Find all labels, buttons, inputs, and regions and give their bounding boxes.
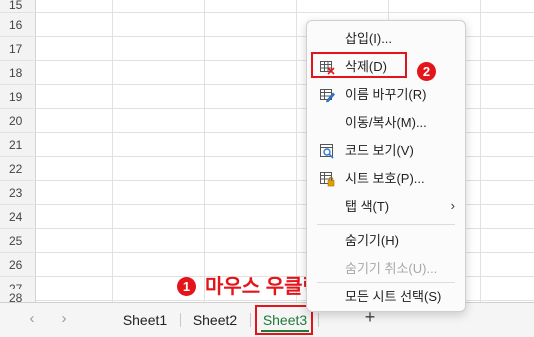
menu-item-label: 숨기기 취소(U)... [345, 261, 438, 276]
row-number[interactable]: 20 [0, 109, 36, 132]
tab-sheet1[interactable]: Sheet1 [116, 309, 174, 331]
step-badge-1: 1 [177, 277, 196, 296]
grid-row[interactable]: 15 [0, 0, 534, 13]
submenu-chevron-right-icon: › [450, 198, 455, 213]
menu-item-label: 삽입(I)... [345, 31, 393, 46]
menu-item-protect-sheet[interactable]: 시트 보호(P)... [307, 165, 465, 193]
step-badge-2: 2 [417, 62, 436, 81]
highlight-box-sheet3 [255, 305, 313, 335]
menu-item-label: 이름 바꾸기(R) [345, 87, 427, 102]
menu-item-insert[interactable]: 삽입(I)... [307, 25, 465, 53]
menu-item-move-copy[interactable]: 이동/복사(M)... [307, 109, 465, 137]
protect-sheet-icon [319, 171, 335, 187]
row-number[interactable]: 19 [0, 85, 36, 108]
row-number[interactable]: 22 [0, 157, 36, 180]
menu-item-label: 이동/복사(M)... [345, 115, 427, 130]
row-number[interactable]: 25 [0, 229, 36, 252]
row-number[interactable]: 15 [0, 0, 36, 12]
row-number[interactable]: 28 [0, 289, 36, 305]
menu-item-label: 숨기기(H) [345, 233, 399, 248]
menu-item-view-code[interactable]: 코드 보기(V) [307, 137, 465, 165]
menu-item-label: 시트 보호(P)... [345, 171, 425, 186]
row-number[interactable]: 21 [0, 133, 36, 156]
highlight-box-delete [311, 52, 407, 78]
menu-item-select-all-sheets[interactable]: 모든 시트 선택(S) [307, 283, 465, 311]
tab-divider [318, 313, 319, 327]
menu-item-tab-color[interactable]: 탭 색(T) › [307, 193, 465, 221]
row-number[interactable]: 16 [0, 13, 36, 36]
menu-item-hide[interactable]: 숨기기(H) [307, 227, 465, 255]
menu-item-label: 코드 보기(V) [345, 143, 414, 158]
menu-item-label: 탭 색(T) [345, 199, 390, 214]
view-code-icon [319, 143, 335, 159]
tab-sheet2[interactable]: Sheet2 [186, 309, 244, 331]
row-number[interactable]: 24 [0, 205, 36, 228]
row-number[interactable]: 17 [0, 37, 36, 60]
row-number[interactable]: 18 [0, 61, 36, 84]
tab-divider [250, 313, 251, 327]
row-number[interactable]: 23 [0, 181, 36, 204]
tab-divider [180, 313, 181, 327]
right-click-annotation: 마우스 우클릭 [205, 276, 321, 298]
row-number[interactable]: 26 [0, 253, 36, 276]
menu-item-label: 모든 시트 선택(S) [345, 289, 442, 304]
rename-sheet-icon [319, 87, 335, 103]
menu-item-unhide[interactable]: 숨기기 취소(U)... [307, 255, 465, 283]
menu-separator [317, 224, 455, 225]
menu-item-rename[interactable]: 이름 바꾸기(R) [307, 81, 465, 109]
scroll-tabs-right-button[interactable]: › [54, 310, 74, 327]
scroll-tabs-left-button[interactable]: ‹ [22, 310, 42, 327]
